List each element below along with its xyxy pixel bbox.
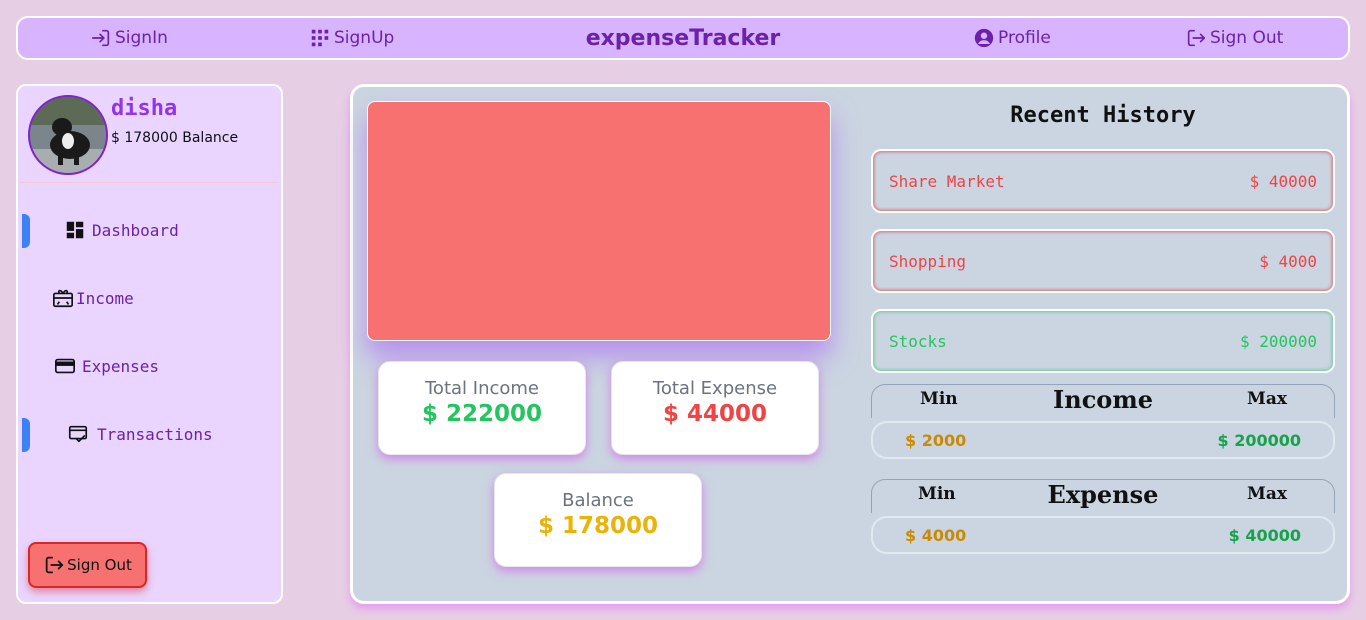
history-item[interactable]: Stocks $ 200000 <box>871 309 1335 373</box>
expense-range-values: $ 4000 $ 40000 <box>871 516 1335 554</box>
sidebar-item-label: Expenses <box>82 356 160 376</box>
dashboard-icon <box>66 221 84 239</box>
avatar <box>28 95 108 175</box>
user-balance: $ 178000 Balance <box>111 130 239 146</box>
sidebar-item-expenses[interactable]: Expenses <box>54 355 159 377</box>
history-item[interactable]: Shopping $ 4000 <box>871 229 1335 293</box>
user-circle-icon <box>974 28 994 48</box>
user-name: disha <box>111 96 178 121</box>
balance-value: $ 178000 <box>537 513 659 539</box>
total-income-label: Total Income <box>425 378 539 399</box>
logout-icon <box>1187 29 1206 47</box>
signup-label: SignUp <box>334 28 395 48</box>
profile-label: Profile <box>998 28 1051 48</box>
total-income-card: Total Income $ 222000 <box>378 361 586 455</box>
income-range-values: $ 2000 $ 200000 <box>871 421 1335 459</box>
signin-label: SignIn <box>115 28 168 48</box>
sidebar-divider <box>20 182 279 183</box>
sidebar-item-dashboard[interactable]: Dashboard <box>64 219 179 241</box>
income-range-header: Min Income Max <box>871 384 1335 418</box>
sidebar: disha $ 178000 Balance Dashboard Income … <box>16 84 283 604</box>
active-indicator-transactions <box>22 418 30 452</box>
history-item-amount: $ 4000 <box>1259 251 1317 271</box>
income-min-value: $ 2000 <box>905 431 967 450</box>
dashboard-panel: Total Income $ 222000 Total Expense $ 44… <box>350 84 1350 604</box>
nav-signout-label: Sign Out <box>1210 28 1284 48</box>
expense-max-value: $ 40000 <box>1228 526 1301 545</box>
history-item-name: Share Market <box>889 171 1005 191</box>
history-item-amount: $ 40000 <box>1249 171 1317 191</box>
credit-card-icon <box>55 358 75 374</box>
logout-icon <box>45 556 64 574</box>
sidebar-item-label: Transactions <box>97 424 213 444</box>
total-income-value: $ 222000 <box>421 401 543 427</box>
history-item[interactable]: Share Market $ 40000 <box>871 149 1335 213</box>
active-indicator-dashboard <box>22 214 30 248</box>
login-icon <box>91 29 110 47</box>
chart-placeholder <box>367 101 831 341</box>
top-navbar: SignIn SignUp expenseTracker Profile Sig… <box>16 16 1350 60</box>
income-max-value: $ 200000 <box>1217 431 1302 450</box>
sidebar-item-transactions[interactable]: Transactions <box>67 423 213 445</box>
history-item-amount: $ 200000 <box>1239 331 1317 351</box>
grid-dots-icon <box>311 29 329 47</box>
expense-max-label: Max <box>1247 484 1287 504</box>
nav-signout-link[interactable]: Sign Out <box>1185 18 1283 58</box>
total-expense-label: Total Expense <box>652 378 778 399</box>
sidebar-item-label: Income <box>76 288 134 308</box>
balance-label: Balance <box>562 490 634 511</box>
expense-min-value: $ 4000 <box>905 526 967 545</box>
balance-card: Balance $ 178000 <box>494 473 702 567</box>
sidebar-signout-button[interactable]: Sign Out <box>28 542 147 588</box>
dog-photo-icon <box>30 97 106 173</box>
expense-range-header: Min Expense Max <box>871 479 1335 513</box>
history-item-name: Shopping <box>889 251 967 271</box>
total-expense-value: $ 44000 <box>662 401 768 427</box>
signout-label: Sign Out <box>67 556 132 574</box>
receipt-check-icon <box>68 425 88 443</box>
history-item-name: Stocks <box>889 331 947 351</box>
recent-history-title: Recent History <box>1010 103 1196 128</box>
signup-link[interactable]: SignUp <box>309 18 394 58</box>
total-expense-card: Total Expense $ 44000 <box>611 361 819 455</box>
brand-title[interactable]: expenseTracker <box>586 26 781 51</box>
signin-link[interactable]: SignIn <box>90 18 168 58</box>
profile-link[interactable]: Profile <box>973 18 1051 58</box>
income-max-label: Max <box>1247 389 1287 409</box>
sidebar-item-income[interactable]: Income <box>52 287 134 309</box>
sidebar-item-label: Dashboard <box>92 220 179 240</box>
gift-card-icon <box>53 289 73 308</box>
